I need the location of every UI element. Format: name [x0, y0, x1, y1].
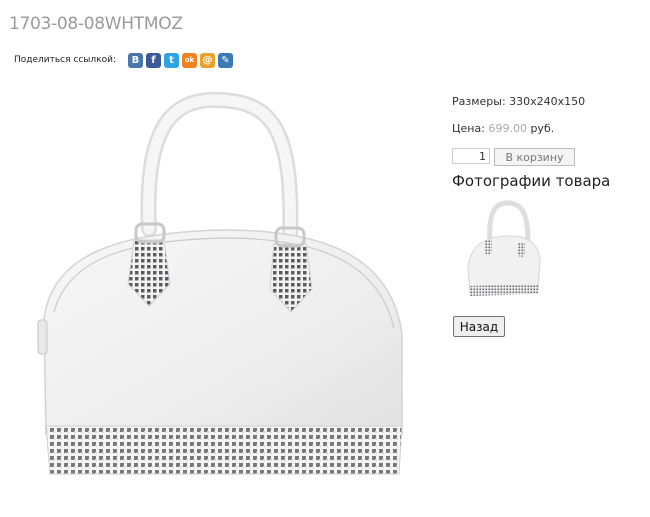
- product-title: 1703-08-08WHTMOZ: [9, 14, 183, 34]
- quantity-input[interactable]: [452, 148, 490, 164]
- price-value: 699.00: [488, 122, 527, 135]
- livejournal-icon[interactable]: ✎: [217, 52, 233, 68]
- odnoklassniki-icon[interactable]: ok: [181, 52, 197, 68]
- share-label: Поделиться ссылкой:: [14, 55, 116, 65]
- twitter-icon[interactable]: t: [163, 52, 179, 68]
- price-label: Цена:: [452, 122, 489, 135]
- gallery-heading: Фотографии товара: [452, 172, 611, 190]
- add-to-cart-button[interactable]: В корзину: [494, 148, 575, 166]
- product-dimensions: Размеры: 330х240х150: [452, 95, 586, 108]
- facebook-icon[interactable]: f: [145, 52, 161, 68]
- vk-icon[interactable]: В: [127, 52, 143, 68]
- product-thumbnail[interactable]: [452, 198, 544, 302]
- mailru-icon[interactable]: @: [199, 52, 215, 68]
- share-row: Поделиться ссылкой: Вf t ok @ ✎: [14, 52, 233, 68]
- product-price: Цена: 699.00 руб.: [452, 122, 554, 135]
- share-icons: Вf t ok @ ✎: [127, 52, 233, 68]
- product-photo: [37, 91, 403, 475]
- price-currency: руб.: [526, 122, 555, 135]
- back-button[interactable]: Назад: [453, 316, 505, 337]
